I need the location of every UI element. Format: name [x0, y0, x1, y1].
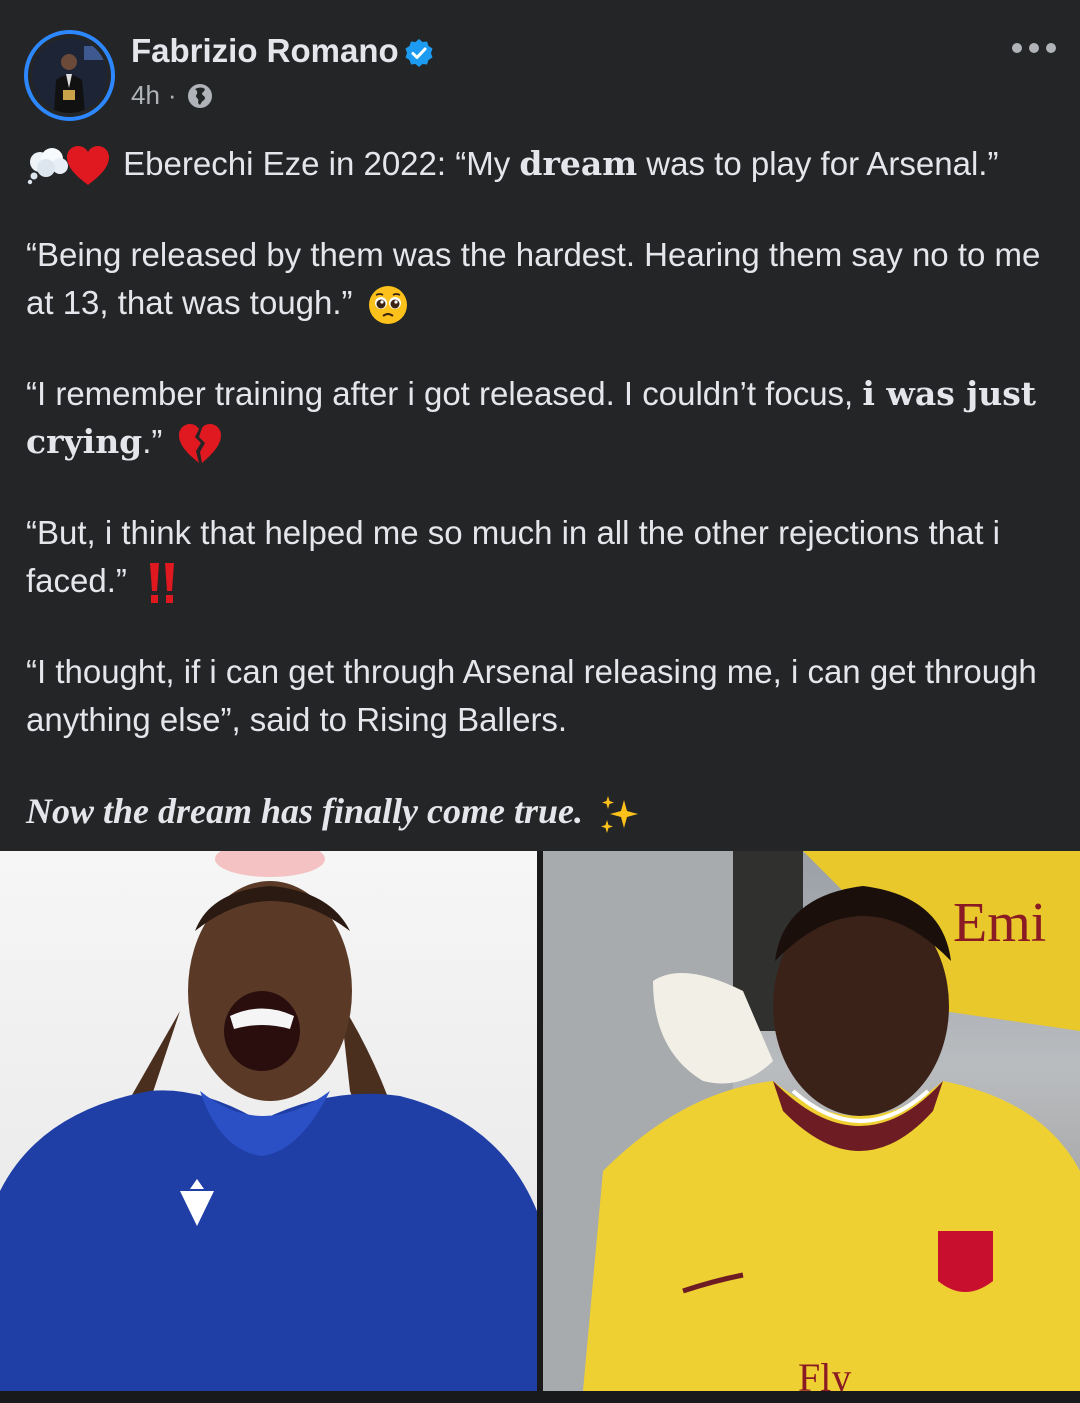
author-name[interactable]: Fabrizio Romano — [131, 32, 399, 70]
photo-eze-celebrating[interactable] — [0, 851, 537, 1391]
post-photos[interactable]: Emi Fly — [0, 851, 1080, 1391]
red-heart-emoji — [67, 146, 109, 186]
more-dot — [1012, 43, 1022, 53]
more-options-icon[interactable] — [1012, 38, 1056, 58]
shirt-sponsor-text-bottom: Fly — [798, 1355, 851, 1391]
author-avatar[interactable] — [24, 30, 115, 121]
meta-separator: · — [167, 80, 177, 110]
pleading-face-emoji — [368, 286, 407, 325]
post-meta: 4h · — [131, 80, 213, 111]
paragraph-6: Now the dream has finally come true. — [26, 787, 1056, 836]
verified-badge-icon — [405, 39, 433, 67]
broken-heart-emoji — [178, 424, 221, 464]
photo-young-eze-arsenal[interactable]: Emi Fly — [543, 851, 1080, 1391]
paragraph-2: “Being released by them was the hardest.… — [26, 231, 1056, 327]
post-text: Eberechi Eze in 2022: “My dream was to p… — [26, 140, 1056, 879]
paragraph-1-text-a: Eberechi Eze in 2022: “My — [123, 145, 520, 182]
paragraph-3-text-c: .” — [142, 423, 163, 460]
thought-balloon-emoji — [27, 148, 68, 185]
post-footer-strip — [0, 1391, 1080, 1403]
paragraph-3-text-a: “I remember training after i got release… — [26, 375, 863, 412]
post-header: Fabrizio Romano 4h · — [0, 0, 1080, 130]
avatar-image — [32, 38, 107, 113]
paragraph-5: “I thought, if i can get through Arsenal… — [26, 648, 1056, 744]
paragraph-2-text: “Being released by them was the hardest.… — [26, 236, 1041, 321]
paragraph-3: “I remember training after i got release… — [26, 370, 1056, 466]
paragraph-1-bold: dream — [519, 144, 638, 183]
post-time[interactable]: 4h — [131, 80, 160, 111]
more-dot — [1046, 43, 1056, 53]
paragraph-6-text: Now the dream has finally come true. — [26, 791, 583, 832]
sparkles-emoji — [601, 795, 639, 833]
double-exclamation-emoji — [150, 563, 175, 604]
paragraph-1-text-c: was to play for Arsenal.” — [637, 145, 999, 182]
globe-icon — [187, 83, 212, 108]
paragraph-4: “But, i think that helped me so much in … — [26, 509, 1056, 605]
paragraph-1: Eberechi Eze in 2022: “My dream was to p… — [26, 140, 1056, 188]
shirt-sponsor-text-top: Emi — [953, 892, 1046, 954]
paragraph-5-text: “I thought, if i can get through Arsenal… — [26, 653, 1037, 739]
more-dot — [1029, 43, 1039, 53]
